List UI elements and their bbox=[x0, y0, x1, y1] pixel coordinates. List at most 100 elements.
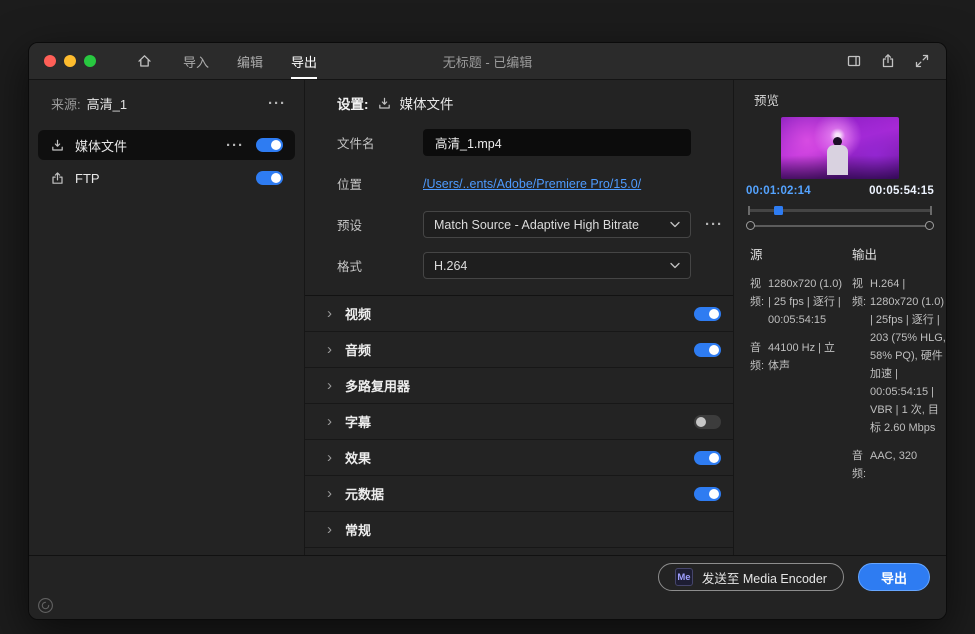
send-to-media-encoder-button[interactable]: Me 发送至 Media Encoder bbox=[657, 563, 844, 591]
source-more-button[interactable]: ··· bbox=[266, 94, 288, 113]
titlebar-actions bbox=[846, 53, 930, 69]
send-button-label: 发送至 Media Encoder bbox=[701, 571, 827, 586]
preview-scrubber[interactable] bbox=[748, 204, 932, 217]
playhead-handle[interactable] bbox=[773, 206, 783, 215]
chevron-right-icon: › bbox=[327, 449, 332, 466]
captions-toggle[interactable] bbox=[694, 414, 721, 429]
download-tray-icon bbox=[378, 97, 390, 109]
section-general[interactable]: › 常规 bbox=[305, 512, 733, 548]
chevron-right-icon: › bbox=[327, 305, 332, 322]
location-row: 位置 /Users/..ents/Adobe/Premiere Pro/15.0… bbox=[337, 170, 733, 197]
format-row: 格式 H.264 bbox=[337, 252, 733, 279]
ftp-toggle[interactable] bbox=[256, 171, 283, 185]
preset-more-button[interactable]: ··· bbox=[703, 215, 725, 234]
detail-key: 视频: bbox=[750, 278, 765, 308]
quick-export-button[interactable] bbox=[880, 53, 896, 69]
chevron-right-icon: › bbox=[327, 341, 332, 358]
section-audio[interactable]: › 音频 bbox=[305, 332, 733, 368]
settings-sections: › 视频 › 音频 › 多路复用器 › 字幕 › 效果 › 元数据 › 常规 bbox=[305, 295, 733, 548]
desktop-background: 导入 编辑 导出 无标题 - 已编辑 来源: 高清_1 ··· 媒体文件 ···… bbox=[0, 0, 975, 634]
metadata-toggle bbox=[694, 486, 721, 501]
fullscreen-icon bbox=[915, 54, 929, 68]
filename-label: 文件名 bbox=[337, 137, 375, 151]
work-area-range bbox=[746, 219, 934, 232]
settings-label: 设置: bbox=[337, 97, 369, 112]
preview-panel: 预览 00:01:02:14 00:05:54:15 源 视频: 1280x72… bbox=[734, 80, 946, 555]
section-effects[interactable]: › 效果 bbox=[305, 440, 733, 476]
section-label: 视频 bbox=[345, 307, 372, 322]
fullscreen-button[interactable] bbox=[914, 53, 930, 69]
download-tray-icon bbox=[52, 139, 63, 151]
filename-row: 文件名 bbox=[337, 129, 733, 156]
tab-export[interactable]: 导出 bbox=[291, 43, 318, 79]
range-line bbox=[754, 225, 926, 227]
home-button[interactable] bbox=[136, 53, 153, 69]
titlebar: 导入 编辑 导出 无标题 - 已编辑 bbox=[29, 43, 946, 80]
home-icon bbox=[138, 55, 151, 67]
traffic-lights bbox=[44, 55, 96, 67]
video-preview-thumbnail bbox=[781, 117, 899, 179]
media-file-toggle[interactable] bbox=[256, 138, 283, 152]
export-settings-panel: 设置: 媒体文件 文件名 位置 /Users/..ents/Adobe/Prem… bbox=[305, 80, 734, 555]
detail-value: H.264 | 1280x720 (1.0) | 25fps | 逐行 | 20… bbox=[870, 278, 946, 434]
format-label: 格式 bbox=[337, 260, 363, 274]
footer-bar: Me 发送至 Media Encoder 导出 bbox=[29, 555, 946, 619]
destination-label: FTP bbox=[75, 170, 100, 186]
video-toggle[interactable] bbox=[694, 306, 721, 321]
workspace-panel-icon bbox=[847, 55, 861, 67]
effects-toggle[interactable] bbox=[694, 450, 721, 465]
section-metadata[interactable]: › 元数据 bbox=[305, 476, 733, 512]
destination-list: 媒体文件 ··· FTP bbox=[29, 130, 304, 193]
filename-input[interactable] bbox=[423, 129, 691, 156]
output-audio-row: 音频: AAC, 320 bbox=[852, 447, 946, 483]
preset-dropdown[interactable]: Match Source - Adaptive High Bitrate bbox=[423, 211, 691, 238]
source-row: 来源: 高清_1 ··· bbox=[29, 90, 304, 114]
chevron-right-icon: › bbox=[327, 485, 332, 502]
section-label: 字幕 bbox=[345, 415, 372, 430]
source-label: 来源: bbox=[51, 96, 81, 112]
footer-buttons: Me 发送至 Media Encoder 导出 bbox=[657, 563, 930, 591]
section-multiplexer[interactable]: › 多路复用器 bbox=[305, 368, 733, 404]
detail-key: 视频: bbox=[852, 278, 867, 308]
format-dropdown[interactable]: H.264 bbox=[423, 252, 691, 279]
minimize-button[interactable] bbox=[64, 55, 76, 67]
location-link[interactable]: /Users/..ents/Adobe/Premiere Pro/15.0/ bbox=[423, 177, 641, 191]
duration-timecode: 00:05:54:15 bbox=[869, 185, 934, 197]
export-button[interactable]: 导出 bbox=[857, 563, 930, 591]
window-title: 无标题 - 已编辑 bbox=[442, 54, 533, 70]
premiere-export-window: 导入 编辑 导出 无标题 - 已编辑 来源: 高清_1 ··· 媒体文件 ···… bbox=[28, 42, 947, 620]
destination-media-file[interactable]: 媒体文件 ··· bbox=[38, 130, 295, 160]
settings-header: 设置: 媒体文件 bbox=[305, 80, 733, 115]
source-header: 源 bbox=[750, 248, 763, 262]
close-button[interactable] bbox=[44, 55, 56, 67]
performer-silhouette bbox=[827, 145, 848, 175]
output-summary-column: 输出 视频: H.264 | 1280x720 (1.0) | 25fps | … bbox=[852, 244, 946, 493]
range-out-handle[interactable] bbox=[925, 220, 934, 230]
source-audio-row: 音频: 44100 Hz | 立体声 bbox=[750, 339, 844, 375]
spiral-logo-icon bbox=[38, 598, 53, 613]
section-label: 多路复用器 bbox=[345, 379, 411, 394]
source-summary-column: 源 视频: 1280x720 (1.0) | 25 fps | 逐行 | 00:… bbox=[750, 244, 844, 493]
media-encoder-icon: Me bbox=[674, 568, 693, 586]
zoom-button[interactable] bbox=[84, 55, 96, 67]
content-area: 来源: 高清_1 ··· 媒体文件 ··· FTP 设置: 媒体文件 文件名 高… bbox=[29, 80, 946, 555]
scrubber-end-tick bbox=[930, 206, 932, 215]
audio-toggle[interactable] bbox=[694, 342, 721, 357]
destination-ftp[interactable]: FTP bbox=[38, 163, 295, 193]
upload-box-icon bbox=[52, 171, 63, 184]
media-file-more-button[interactable]: ··· bbox=[224, 136, 246, 155]
tab-edit[interactable]: 编辑 bbox=[237, 43, 263, 79]
detail-key: 音频: bbox=[750, 342, 765, 372]
range-in-handle[interactable] bbox=[746, 220, 755, 230]
preview-title: 预览 bbox=[754, 94, 780, 108]
preset-label: 预设 bbox=[337, 219, 363, 233]
chevron-right-icon: › bbox=[327, 377, 332, 394]
share-icon bbox=[882, 54, 894, 68]
source-name: 高清_1 bbox=[86, 96, 128, 112]
section-label: 效果 bbox=[345, 451, 372, 466]
section-captions[interactable]: › 字幕 bbox=[305, 404, 733, 440]
section-video[interactable]: › 视频 bbox=[305, 296, 733, 332]
detail-value: 1280x720 (1.0) | 25 fps | 逐行 | 00:05:54:… bbox=[768, 278, 842, 326]
tab-import[interactable]: 导入 bbox=[183, 43, 209, 79]
workspace-panel-button[interactable] bbox=[846, 53, 862, 69]
